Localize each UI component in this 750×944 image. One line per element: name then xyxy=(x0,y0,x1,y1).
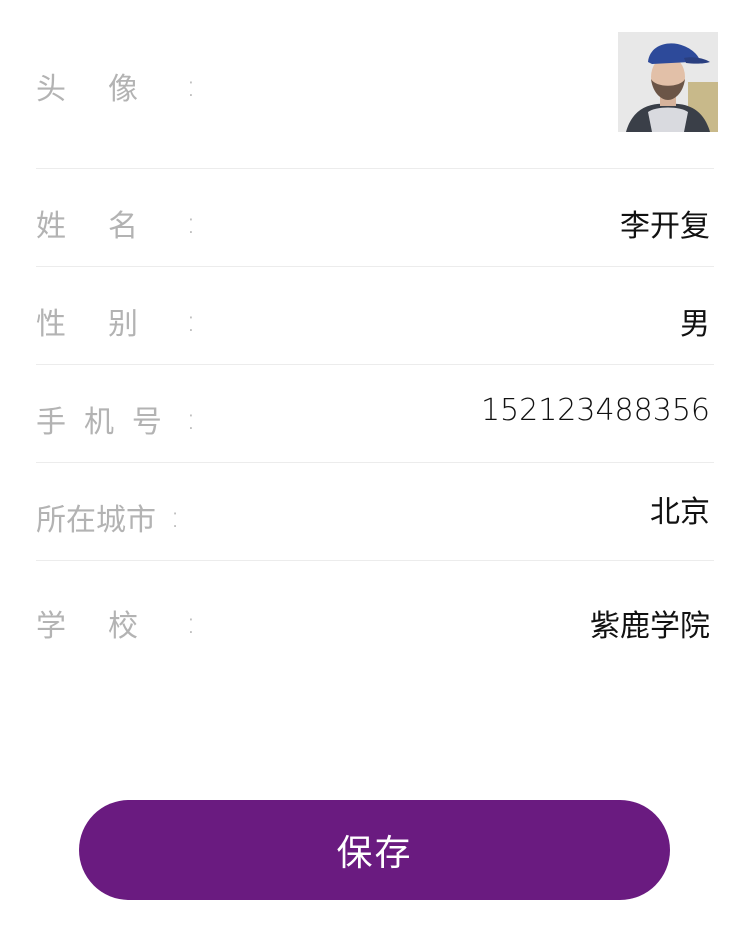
phone-label-char-1: 手 xyxy=(36,405,66,440)
gender-label-char-1: 性 xyxy=(36,307,66,342)
avatar-row[interactable]: 头 像 : xyxy=(36,0,718,169)
name-label-char-1: 姓 xyxy=(36,209,66,244)
name-label: 姓 名 : xyxy=(36,201,196,245)
profile-form: 头 像 : 姓 名 : 李开复 性 别: 男 手 机 号: 15212348… xyxy=(36,0,718,681)
phone-label: 手 机 号 : xyxy=(36,397,196,441)
phone-value[interactable]: 152123488356 xyxy=(481,393,710,428)
gender-label-colon: : xyxy=(185,303,196,339)
phone-row[interactable]: 手 机 号 : 152123488356 xyxy=(36,365,714,463)
phone-label-colon: : xyxy=(185,401,196,437)
gender-label-char-2: 别 xyxy=(107,307,138,342)
school-label: 学 校 : xyxy=(36,601,196,645)
school-row[interactable]: 学 校 : 紫鹿学院 xyxy=(36,561,714,681)
name-value[interactable]: 李开复 xyxy=(620,201,710,245)
avatar-label-char-1: 头 xyxy=(36,72,66,107)
phone-label-char-3: 号 xyxy=(131,405,162,440)
school-label-char-1: 学 xyxy=(36,609,66,644)
name-row[interactable]: 姓 名 : 李开复 xyxy=(36,169,714,267)
school-value[interactable]: 紫鹿学院 xyxy=(590,601,710,645)
gender-value[interactable]: 男 xyxy=(680,299,710,343)
avatar-label-char-2: 像 xyxy=(107,72,138,107)
avatar-label: 头 像 : xyxy=(36,64,196,108)
city-label: 所在城市 : xyxy=(36,495,196,539)
city-value[interactable]: 北京 xyxy=(650,487,710,531)
city-label-colon: : xyxy=(170,499,181,535)
save-button[interactable]: 保存 xyxy=(79,800,670,900)
name-label-char-2: 名 xyxy=(107,209,138,244)
phone-label-char-2: 机 xyxy=(83,405,114,440)
city-row[interactable]: 所在城市 : 北京 xyxy=(36,463,714,561)
school-label-char-2: 校 xyxy=(107,609,138,644)
gender-label: 性 别 : xyxy=(36,299,196,343)
gender-row[interactable]: 性 别 : 男 xyxy=(36,267,714,365)
avatar[interactable] xyxy=(618,32,718,132)
school-label-colon: : xyxy=(185,605,196,641)
avatar-photo xyxy=(618,32,718,132)
city-label-text: 所在城市 xyxy=(36,503,156,538)
name-label-colon: : xyxy=(185,205,196,241)
avatar-label-colon: : xyxy=(185,68,196,104)
